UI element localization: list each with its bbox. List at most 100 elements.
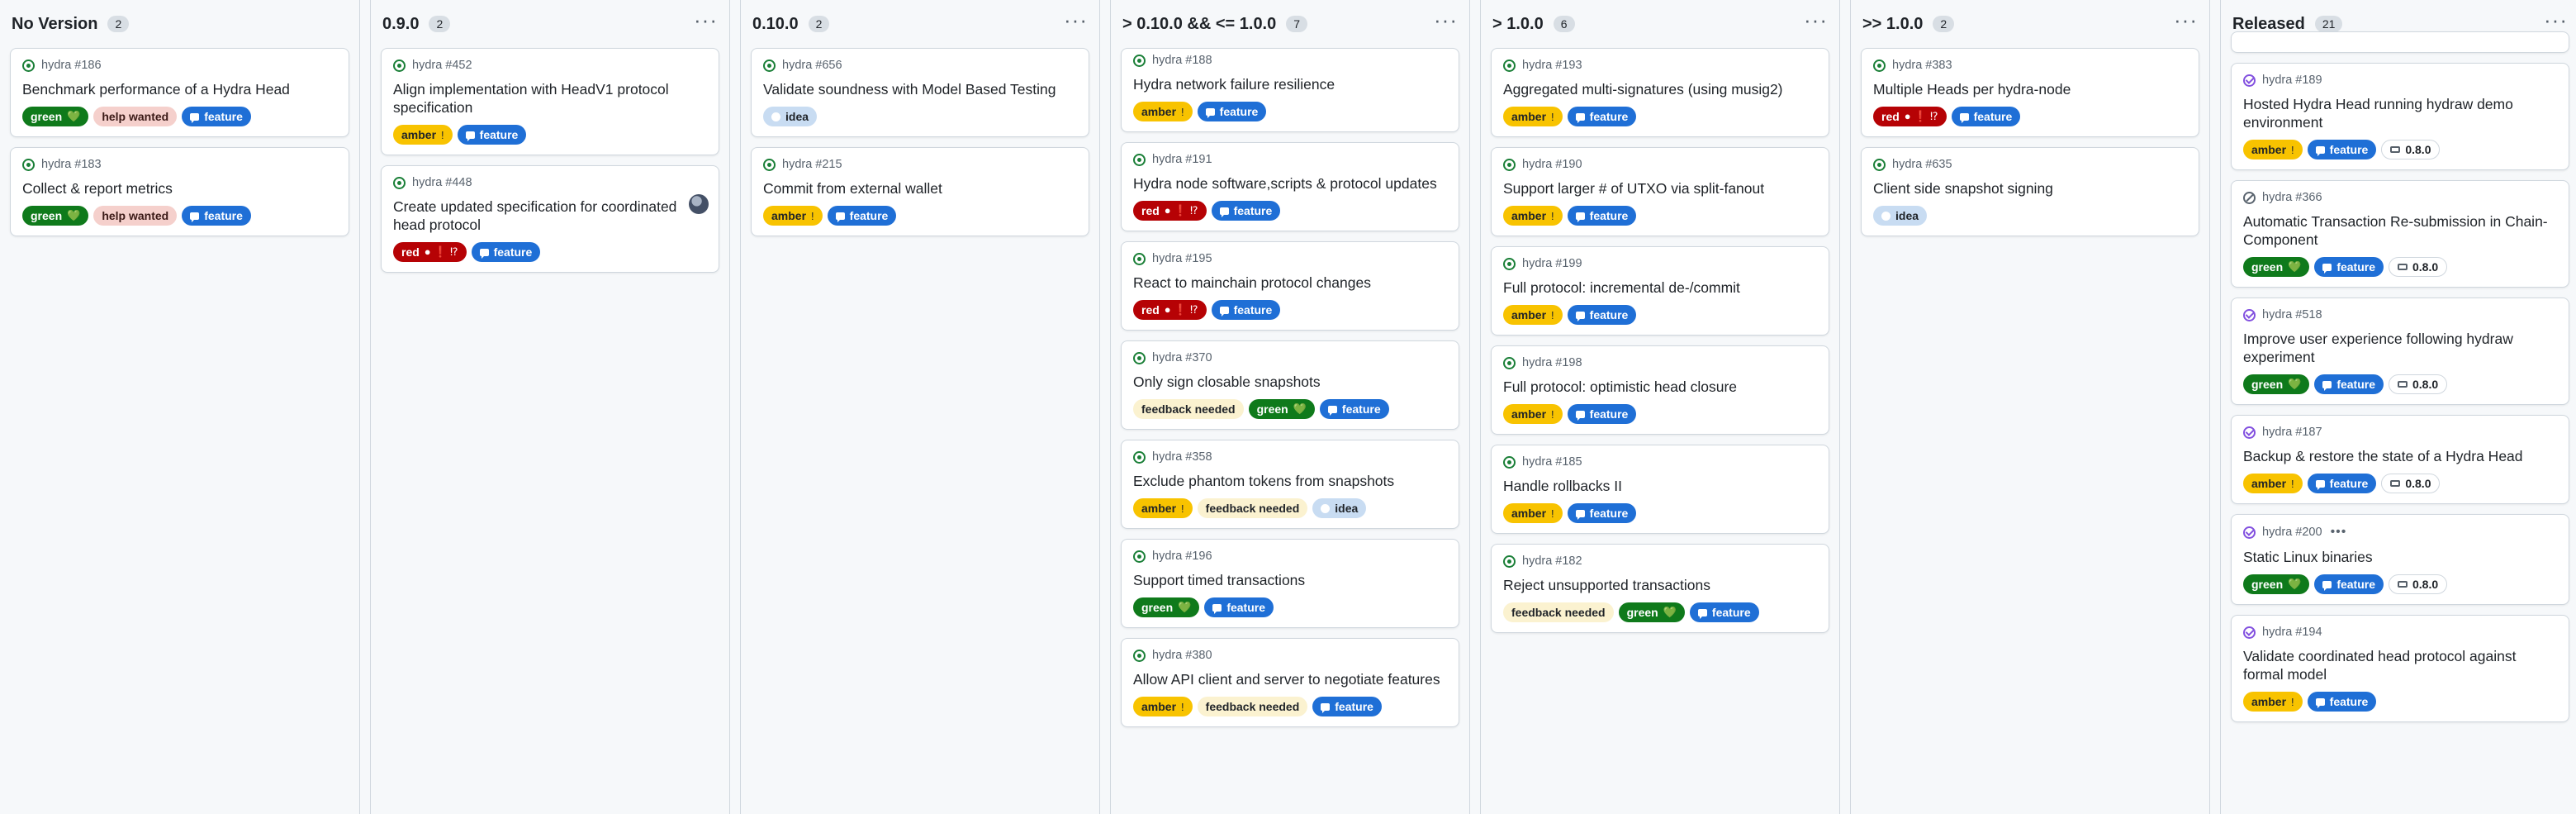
issue-reference[interactable]: hydra #366 [2262, 191, 2322, 204]
issue-title[interactable]: Client side snapshot signing [1873, 179, 2187, 198]
issue-card[interactable]: hydra #187 Backup & restore the state of … [2231, 415, 2569, 504]
issue-title[interactable]: Hydra network failure resilience [1133, 75, 1447, 93]
label-feature[interactable]: feature [182, 107, 251, 126]
label-amber[interactable]: amber! [2243, 692, 2303, 712]
issue-card[interactable]: hydra #383 Multiple Heads per hydra-node r… [1861, 48, 2199, 137]
label-feature[interactable]: feature [1312, 697, 1382, 716]
label-feature[interactable]: feature [1567, 404, 1637, 424]
column-menu-icon[interactable]: ··· [1064, 9, 1088, 39]
issue-title[interactable]: Multiple Heads per hydra-node [1873, 80, 2187, 98]
issue-card[interactable]: hydra #380 Allow API client and server to… [1121, 638, 1459, 727]
label-green[interactable]: green 💚 [2243, 374, 2310, 394]
issue-title[interactable]: Commit from external wallet [763, 179, 1077, 198]
issue-card[interactable]: hydra #452 Align implementation with Head… [381, 48, 719, 155]
issue-reference[interactable]: hydra #370 [1152, 351, 1212, 364]
column-menu-icon[interactable]: ··· [1434, 9, 1458, 39]
issue-card[interactable]: hydra #215 Commit from external wallet amb… [751, 147, 1089, 236]
issue-reference[interactable]: hydra #189 [2262, 74, 2322, 87]
label-feature[interactable]: feature [1567, 503, 1637, 523]
assignee-avatar[interactable] [689, 194, 709, 214]
issue-title[interactable]: Full protocol: optimistic head closure [1503, 378, 1817, 396]
label-red[interactable]: red ● ❗ ⁉ [393, 242, 467, 262]
label-feature[interactable]: feature [182, 206, 251, 226]
label-green[interactable]: green 💚 [1133, 597, 1200, 617]
issue-reference[interactable]: hydra #193 [1522, 59, 1582, 72]
issue-reference[interactable]: hydra #188 [1152, 54, 1212, 67]
label-feature[interactable]: feature [1567, 305, 1637, 325]
label-help[interactable]: help wanted [93, 107, 178, 126]
label-feature[interactable]: feature [2314, 374, 2384, 394]
issue-card[interactable]: hydra #189 Hosted Hydra Head running hydr… [2231, 63, 2569, 170]
label-feedback[interactable]: feedback needed [1133, 399, 1244, 419]
issue-reference[interactable]: hydra #182 [1522, 555, 1582, 568]
issue-title[interactable]: Automatic Transaction Re-submission in C… [2243, 212, 2557, 249]
issue-reference[interactable]: hydra #452 [412, 59, 472, 72]
issue-title[interactable]: Backup & restore the state of a Hydra He… [2243, 447, 2557, 465]
label-help[interactable]: help wanted [93, 206, 178, 226]
issue-title[interactable]: Hydra node software,scripts & protocol u… [1133, 174, 1447, 193]
issue-card[interactable]: hydra #194 Validate coordinated head prot… [2231, 615, 2569, 722]
label-feature[interactable]: feature [2307, 140, 2377, 159]
card-partial[interactable] [2231, 31, 2569, 53]
issue-reference[interactable]: hydra #194 [2262, 626, 2322, 639]
issue-card[interactable]: hydra #198 Full protocol: optimistic head… [1491, 345, 1829, 435]
issue-title[interactable]: Create updated specification for coordin… [393, 198, 707, 234]
label-feature[interactable]: feature [1951, 107, 2021, 126]
issue-reference[interactable]: hydra #358 [1152, 450, 1212, 464]
label-feedback[interactable]: feedback needed [1503, 602, 1614, 622]
issue-title[interactable]: Validate coordinated head protocol again… [2243, 647, 2557, 683]
issue-reference[interactable]: hydra #186 [41, 59, 102, 72]
issue-card[interactable]: hydra #518 Improve user experience follow… [2231, 298, 2569, 405]
more-icon[interactable]: ••• [2331, 525, 2347, 540]
label-feature[interactable]: feature [1689, 602, 1759, 622]
label-green[interactable]: green 💚 [22, 107, 89, 126]
issue-card[interactable]: hydra #366 Automatic Transaction Re-submi… [2231, 180, 2569, 288]
issue-card[interactable]: hydra #199 Full protocol: incremental de-… [1491, 246, 1829, 336]
issue-reference[interactable]: hydra #185 [1522, 455, 1582, 469]
issue-card[interactable]: hydra #185 Handle rollbacks II amber! featu… [1491, 445, 1829, 534]
label-feature[interactable]: feature [2314, 574, 2384, 594]
issue-reference[interactable]: hydra #380 [1152, 649, 1212, 662]
issue-card[interactable]: hydra #635 Client side snapshot signing id… [1861, 147, 2199, 236]
issue-reference[interactable]: hydra #198 [1522, 356, 1582, 369]
issue-title[interactable]: Improve user experience following hydraw… [2243, 330, 2557, 366]
label-feedback[interactable]: feedback needed [1197, 498, 1308, 518]
issue-title[interactable]: Align implementation with HeadV1 protoco… [393, 80, 707, 117]
label-amber[interactable]: amber! [1503, 404, 1563, 424]
label-milestone[interactable]: 0.8.0 [2389, 574, 2448, 594]
label-amber[interactable]: amber! [1503, 305, 1563, 325]
issue-card[interactable]: hydra #190 Support larger # of UTXO via s… [1491, 147, 1829, 236]
issue-title[interactable]: Collect & report metrics [22, 179, 337, 198]
issue-card[interactable]: hydra #191 Hydra node software,scripts & … [1121, 142, 1459, 231]
issue-title[interactable]: Support larger # of UTXO via split-fanou… [1503, 179, 1817, 198]
column-menu-icon[interactable]: ··· [2174, 9, 2198, 39]
label-feature[interactable]: feature [1211, 201, 1281, 221]
column-menu-icon[interactable]: ··· [1804, 9, 1828, 39]
label-feature[interactable]: feature [1319, 399, 1389, 419]
label-feature[interactable]: feature [1211, 300, 1281, 320]
label-feature[interactable]: feature [2307, 474, 2377, 493]
label-feature[interactable]: feature [2307, 692, 2377, 712]
label-feature[interactable]: feature [827, 206, 897, 226]
issue-reference[interactable]: hydra #183 [41, 158, 102, 171]
issue-card[interactable]: hydra #358 Exclude phantom tokens from sn… [1121, 440, 1459, 529]
label-green[interactable]: green 💚 [22, 206, 89, 226]
issue-title[interactable]: React to mainchain protocol changes [1133, 274, 1447, 292]
label-green[interactable]: green 💚 [1248, 399, 1315, 419]
issue-card[interactable]: hydra #196 Support timed transactions gree… [1121, 539, 1459, 628]
issue-reference[interactable]: hydra #215 [782, 158, 842, 171]
issue-reference[interactable]: hydra #518 [2262, 308, 2322, 321]
issue-card[interactable]: hydra #188 Hydra network failure resilien… [1121, 48, 1459, 132]
issue-reference[interactable]: hydra #195 [1152, 252, 1212, 265]
issue-title[interactable]: Only sign closable snapshots [1133, 373, 1447, 391]
label-idea[interactable]: idea [1873, 206, 1928, 226]
label-feature[interactable]: feature [1197, 102, 1267, 121]
issue-reference[interactable]: hydra #187 [2262, 426, 2322, 439]
issue-title[interactable]: Validate soundness with Model Based Test… [763, 80, 1077, 98]
issue-card[interactable]: hydra #193 Aggregated multi-signatures (u… [1491, 48, 1829, 137]
label-amber[interactable]: amber! [1133, 102, 1193, 121]
label-amber[interactable]: amber! [2243, 140, 2303, 159]
label-red[interactable]: red ● ❗ ⁉ [1133, 300, 1207, 320]
label-milestone[interactable]: 0.8.0 [2389, 257, 2448, 277]
label-feature[interactable]: feature [1567, 206, 1637, 226]
